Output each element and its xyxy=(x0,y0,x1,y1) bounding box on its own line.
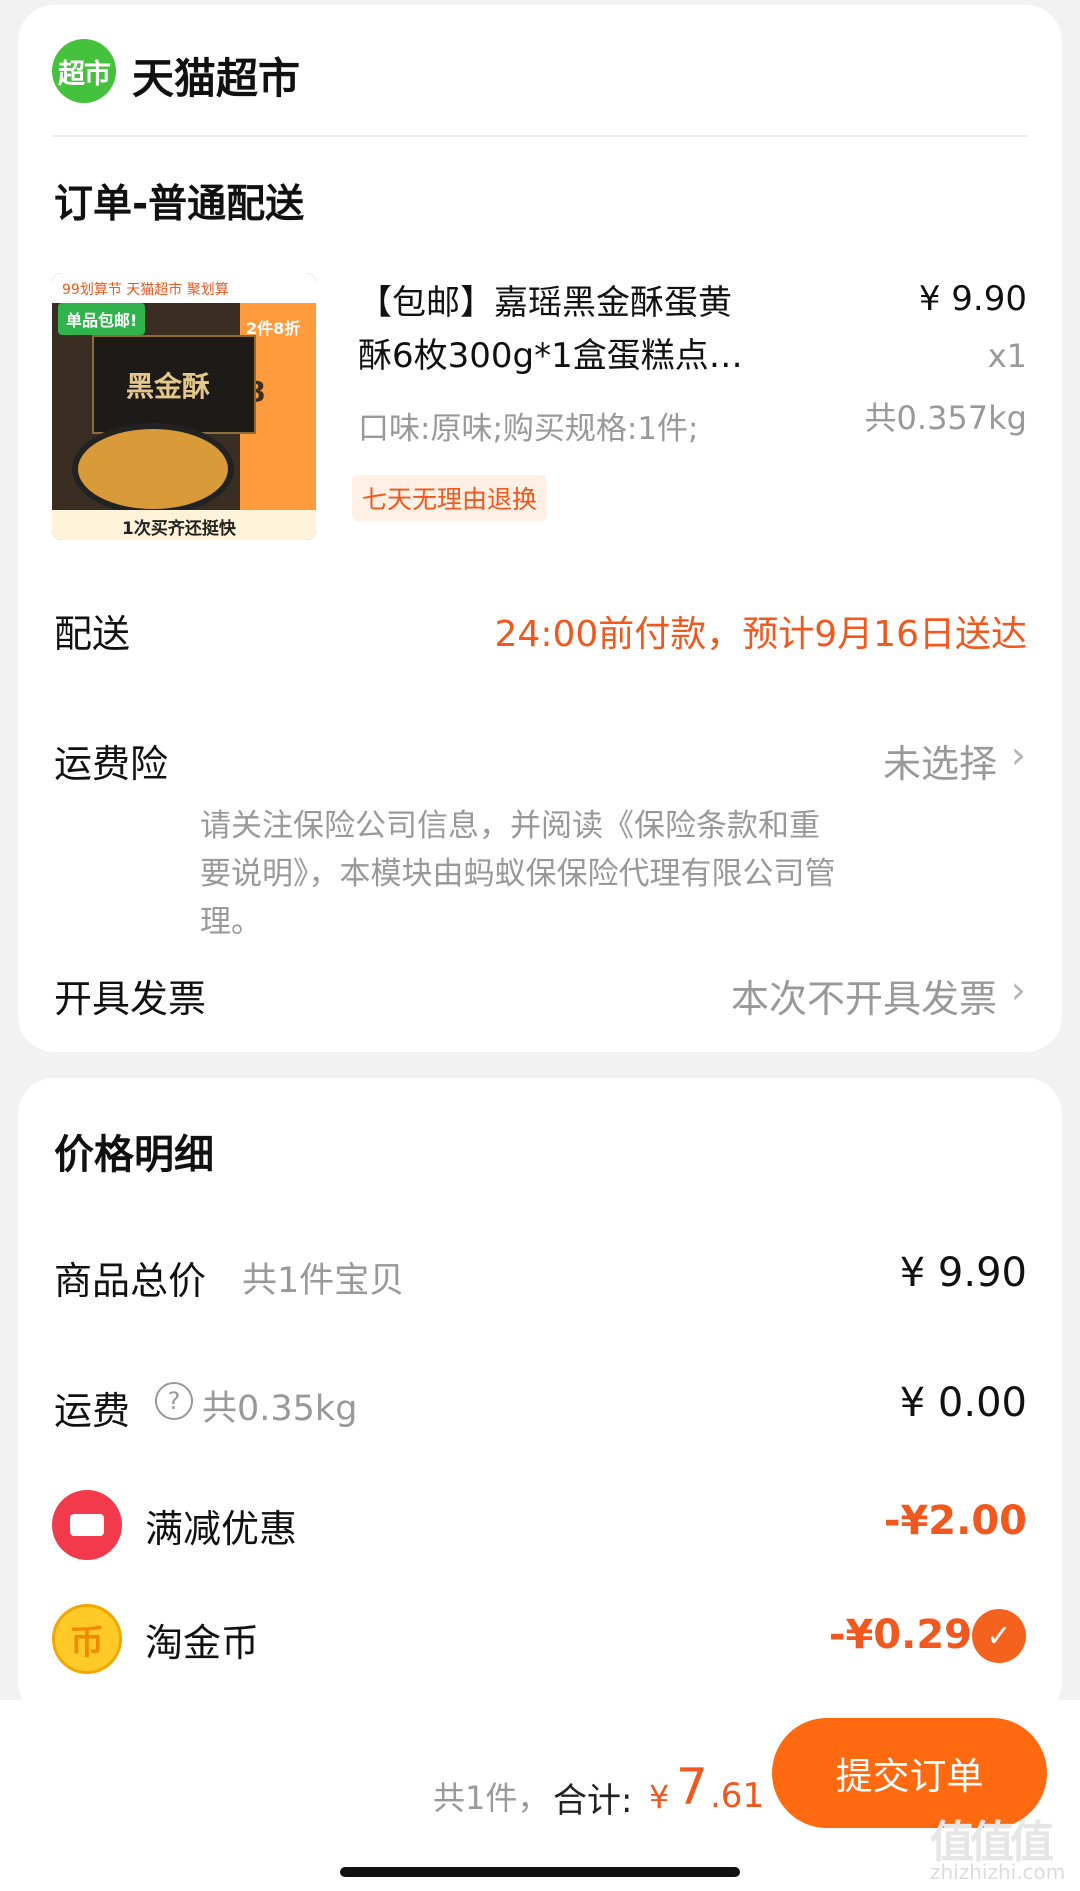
product-image[interactable]: 99划算节 天猫超市 聚划算 单品包邮! 2件8折 8 黑金酥 1次买齐还挺快 xyxy=(52,273,316,540)
home-indicator[interactable] xyxy=(340,1867,740,1877)
product-title[interactable]: 【包邮】嘉瑶黑金酥蛋黄 酥6枚300g*1盒蛋糕点… xyxy=(358,277,828,383)
delivery-estimate: 24:00前付款，预计9月16日送达 xyxy=(494,614,1027,655)
chevron-right-icon[interactable]: › xyxy=(1011,968,1026,1012)
total-currency: ¥ xyxy=(649,1778,670,1816)
return-policy-tag: 七天无理由退换 xyxy=(352,475,548,521)
chevron-right-icon[interactable]: › xyxy=(1011,733,1026,777)
invoice-value[interactable]: 本次不开具发票 xyxy=(731,968,997,1023)
discount-value: -¥2.00 xyxy=(883,1498,1027,1544)
shipping-insurance-value[interactable]: 未选择 xyxy=(883,733,997,788)
image-free-shipping-badge: 单品包邮! xyxy=(58,303,146,335)
shipping-fee-value: ¥ 0.00 xyxy=(899,1380,1027,1426)
price-details-card: 价格明细 商品总价 共1件宝贝 ¥ 9.90 运费 ? 共0.35kg ¥ 0.… xyxy=(18,1078,1062,1718)
total-label: 合计: xyxy=(553,1781,633,1821)
image-top-banner: 99划算节 天猫超市 聚划算 xyxy=(62,282,229,298)
total-amount-integer: 7 xyxy=(676,1758,708,1816)
goods-count: 共1件宝贝 xyxy=(242,1261,405,1301)
order-section-title: 订单-普通配送 xyxy=(54,182,305,227)
shipping-fee-label: 运费 xyxy=(54,1389,131,1433)
tmall-supermarket-logo-icon[interactable]: 超市 xyxy=(52,39,116,103)
bottom-bar: 共1件， 合计: ¥ 7 .61 提交订单 值值值 zhizhizhi.com xyxy=(0,1700,1080,1891)
product-box-graphic: 黑金酥 xyxy=(92,335,256,434)
pastry-bowl-graphic xyxy=(72,423,234,515)
product-quantity: x1 xyxy=(987,337,1027,375)
order-card: 超市 天猫超市 订单-普通配送 99划算节 天猫超市 聚划算 单品包邮! 2件8… xyxy=(18,5,1062,1052)
product-spec[interactable]: 口味:原味;购买规格:1件; xyxy=(358,403,699,448)
total-item-count: 共1件， xyxy=(433,1779,550,1817)
invoice-label[interactable]: 开具发票 xyxy=(54,968,206,1023)
divider xyxy=(52,135,1028,137)
delivery-label: 配送 xyxy=(54,612,131,656)
goods-total-label: 商品总价 xyxy=(54,1259,207,1303)
shipping-weight: 共0.35kg xyxy=(202,1389,358,1429)
image-bottom-banner: 1次买齐还挺快 xyxy=(122,519,236,539)
shipping-insurance-label[interactable]: 运费险 xyxy=(54,733,168,788)
goods-total-value: ¥ 9.90 xyxy=(899,1250,1027,1296)
check-icon[interactable]: ✓ xyxy=(972,1609,1026,1663)
coins-label: 淘金币 xyxy=(145,1621,260,1665)
store-name[interactable]: 天猫超市 xyxy=(132,45,300,106)
help-icon[interactable]: ? xyxy=(155,1382,193,1420)
product-weight: 共0.357kg xyxy=(864,399,1027,437)
coins-value: -¥0.29 xyxy=(828,1612,972,1658)
insurance-note[interactable]: 请关注保险公司信息，并阅读《保险条款和重要说明》，本模块由蚂蚁保保险代理有限公司… xyxy=(200,802,840,946)
total-amount-decimal: .61 xyxy=(710,1776,765,1816)
product-price: ¥ 9.90 xyxy=(918,279,1027,319)
ticket-icon xyxy=(52,1490,122,1560)
price-details-title: 价格明细 xyxy=(54,1132,214,1178)
discount-label: 满减优惠 xyxy=(145,1507,298,1551)
coin-icon: 币 xyxy=(52,1604,122,1674)
watermark-url: zhizhizhi.com xyxy=(930,1860,1066,1884)
